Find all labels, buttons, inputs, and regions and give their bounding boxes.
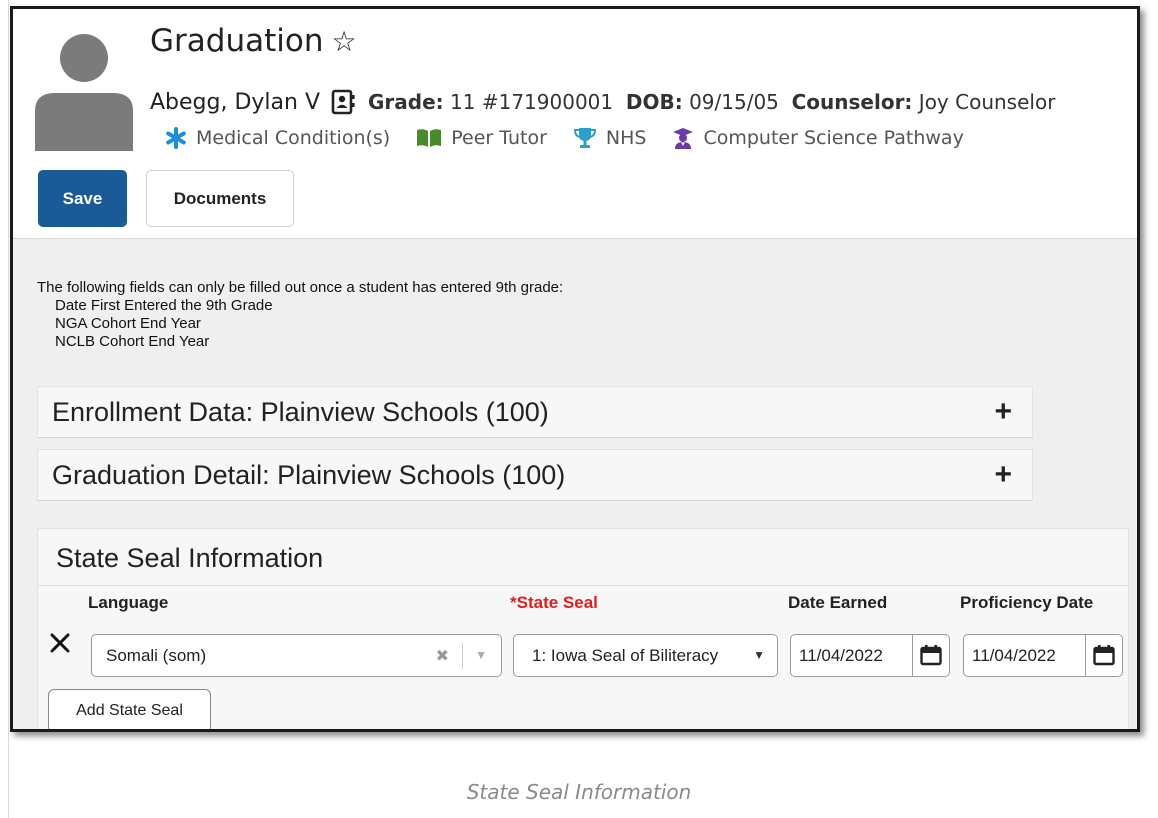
proficiency-date-input[interactable]: 11/04/2022	[963, 634, 1123, 677]
student-name: Abegg, Dylan V	[150, 89, 321, 115]
student-flags: Medical Condition(s) Peer Tutor NHS Comp…	[165, 127, 990, 149]
flag-nhs[interactable]: NHS	[573, 127, 646, 149]
contact-card-icon[interactable]	[330, 89, 356, 115]
asterisk-icon	[166, 127, 186, 149]
student-header: Graduation ☆ Abegg, Dylan V Grade: 11 #1…	[13, 9, 1137, 239]
column-header-language: Language	[88, 593, 169, 612]
date-earned-value: 11/04/2022	[799, 645, 883, 665]
expand-icon[interactable]: +	[994, 395, 1012, 429]
state-seal-select[interactable]: 1: Iowa Seal of Biliteracy ▼	[513, 634, 778, 677]
language-value: Somali (som)	[106, 645, 207, 665]
title-row: Graduation ☆	[150, 23, 357, 59]
figure-caption: State Seal Information	[466, 780, 692, 804]
book-icon	[417, 129, 442, 147]
dob-label: DOB:	[625, 90, 683, 114]
documents-button[interactable]: Documents	[146, 170, 294, 227]
expand-icon[interactable]: +	[994, 458, 1012, 492]
student-info: Abegg, Dylan V Grade: 11 #171900001 DOB:…	[150, 89, 1055, 115]
flag-computer-science-pathway[interactable]: Computer Science Pathway	[672, 127, 964, 149]
notice-item: Date First Entered the 9th Grade	[55, 297, 273, 314]
page-title: Graduation	[150, 23, 324, 59]
notice-item: NCLB Cohort End Year	[55, 333, 210, 350]
chevron-down-icon: ▼	[753, 648, 765, 662]
grade-notice: The following fields can only be filled …	[37, 279, 563, 351]
chevron-down-icon[interactable]: ▼	[475, 648, 487, 662]
date-earned-input[interactable]: 11/04/2022	[790, 634, 950, 677]
divider	[912, 635, 913, 676]
add-state-seal-button[interactable]: Add State Seal	[48, 689, 211, 729]
language-select[interactable]: Somali (som) ✖ ▼	[91, 634, 502, 677]
state-seal-title: State Seal Information	[56, 543, 324, 573]
flag-peer-tutor[interactable]: Peer Tutor	[416, 127, 547, 149]
state-seal-panel: State Seal Information Language *State S…	[37, 528, 1129, 729]
counselor-label: Counselor:	[791, 90, 913, 114]
grade-label: Grade:	[368, 90, 444, 114]
proficiency-date-value: 11/04/2022	[972, 645, 1056, 665]
divider	[462, 643, 463, 669]
clear-icon[interactable]: ✖	[436, 646, 449, 666]
avatar-icon	[35, 34, 133, 151]
divider	[1085, 635, 1086, 676]
app-window: Graduation ☆ Abegg, Dylan V Grade: 11 #1…	[10, 6, 1140, 732]
column-header-state-seal: *State Seal	[510, 593, 598, 612]
save-button[interactable]: Save	[38, 170, 127, 227]
notice-heading: The following fields can only be filled …	[37, 279, 564, 296]
section-title: Graduation Detail: Plainview Schools (10…	[52, 459, 566, 490]
column-header-proficiency-date: Proficiency Date	[960, 593, 1094, 612]
section-title: Enrollment Data: Plainview Schools (100)	[52, 396, 549, 427]
state-seal-value: 1: Iowa Seal of Biliteracy	[532, 645, 719, 665]
delete-row-icon[interactable]	[49, 632, 71, 654]
divider	[38, 585, 1128, 586]
flag-medical-condition[interactable]: Medical Condition(s)	[165, 127, 390, 149]
grade-value: 11 #171900001	[450, 90, 614, 114]
calendar-icon[interactable]	[1093, 644, 1115, 666]
dob-value: 09/15/05	[689, 90, 779, 114]
trophy-icon	[573, 128, 596, 148]
notice-item: NGA Cohort End Year	[55, 315, 201, 332]
graduate-icon	[673, 128, 694, 149]
graduation-detail-section[interactable]: Graduation Detail: Plainview Schools (10…	[37, 449, 1033, 501]
column-header-date-earned: Date Earned	[788, 593, 888, 612]
star-icon[interactable]: ☆	[331, 25, 356, 58]
enrollment-data-section[interactable]: Enrollment Data: Plainview Schools (100)…	[37, 386, 1033, 438]
calendar-icon[interactable]	[920, 644, 942, 666]
counselor-value: Joy Counselor	[918, 90, 1056, 114]
